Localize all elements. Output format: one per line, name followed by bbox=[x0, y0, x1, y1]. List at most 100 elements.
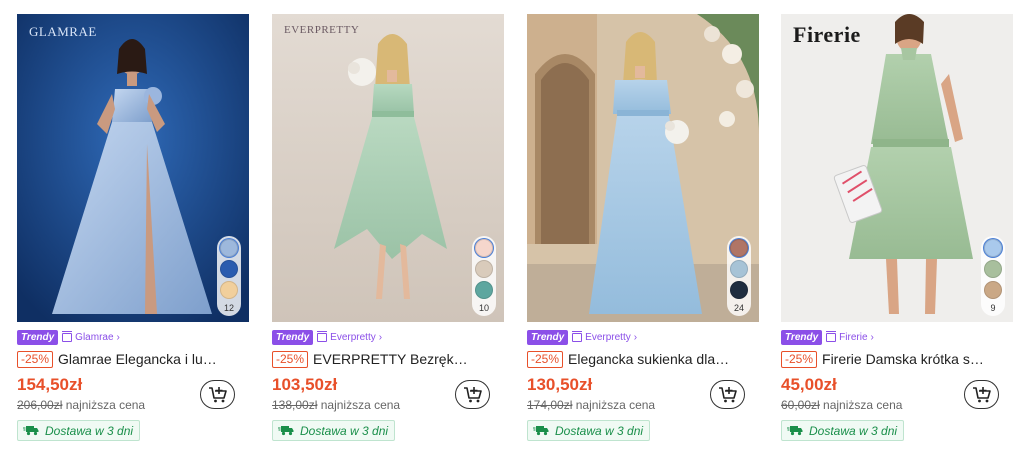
product-photo-illustration bbox=[17, 14, 249, 322]
product-image[interactable]: 24 bbox=[527, 14, 759, 322]
add-to-cart-button[interactable] bbox=[710, 380, 745, 409]
color-swatch[interactable] bbox=[220, 239, 238, 257]
chevron-right-icon: › bbox=[116, 332, 120, 343]
swatch-count: 10 bbox=[478, 303, 489, 313]
title-row[interactable]: -25% EVERPRETTY Bezręk… bbox=[272, 350, 504, 368]
product-card[interactable]: EVERPRETTY 10 Trendy Everpretty › -25% E… bbox=[272, 14, 504, 444]
store-name: Firerie bbox=[839, 332, 868, 343]
color-swatch[interactable] bbox=[220, 281, 238, 299]
color-swatch[interactable] bbox=[984, 260, 1002, 278]
shipping-badge: Dostawa w 3 dni bbox=[781, 420, 905, 441]
discount-badge: -25% bbox=[527, 350, 564, 368]
store-name: Everpretty bbox=[585, 332, 631, 343]
store-icon bbox=[826, 331, 837, 342]
shipping-badge: Dostawa w 3 dni bbox=[17, 420, 141, 441]
brand-watermark: EVERPRETTY bbox=[284, 24, 360, 36]
color-swatches[interactable]: 12 bbox=[217, 236, 241, 316]
store-icon bbox=[572, 331, 583, 342]
swatch-count: 12 bbox=[223, 303, 234, 313]
discount-badge: -25% bbox=[781, 350, 818, 368]
add-to-cart-icon bbox=[972, 386, 991, 402]
color-swatches[interactable]: 9 bbox=[981, 236, 1005, 316]
title-row[interactable]: -25% Elegancka sukienka dla… bbox=[527, 350, 759, 368]
store-link[interactable]: Glamrae › bbox=[62, 331, 120, 343]
swatch-count: 9 bbox=[990, 303, 996, 313]
chevron-right-icon: › bbox=[633, 332, 638, 343]
tag-row: Trendy Firerie › bbox=[781, 330, 874, 345]
store-name: Everpretty bbox=[330, 332, 376, 343]
color-swatch[interactable] bbox=[984, 281, 1002, 299]
shipping-text: Dostawa w 3 dni bbox=[45, 423, 134, 438]
product-photo-illustration bbox=[527, 14, 759, 322]
product-photo-illustration bbox=[272, 14, 504, 322]
product-card[interactable]: Firerie 9 Trendy Firerie › -25% Firerie … bbox=[781, 14, 1013, 444]
color-swatch[interactable] bbox=[730, 239, 748, 257]
brand-watermark: GLAMRAE bbox=[29, 24, 97, 39]
old-price: 60,00zł bbox=[781, 398, 820, 412]
discount-badge: -25% bbox=[272, 350, 309, 368]
product-card[interactable]: 24 Trendy Everpretty › -25% Elegancka su… bbox=[527, 14, 759, 444]
lowest-price-row: 174,00zł najniższa cena bbox=[527, 398, 655, 412]
shipping-text: Dostawa w 3 dni bbox=[300, 423, 389, 438]
product-image[interactable]: Firerie 9 bbox=[781, 14, 1013, 322]
lowest-price-label: najniższa cena bbox=[320, 398, 401, 412]
color-swatch[interactable] bbox=[730, 281, 748, 299]
old-price: 206,00zł bbox=[17, 398, 63, 412]
product-grid: GLAMRAE 12 Trendy Glamrae › -25% Glamrae… bbox=[17, 14, 1017, 444]
current-price: 103,50zł bbox=[272, 375, 338, 394]
lowest-price-row: 60,00zł najniższa cena bbox=[781, 398, 902, 412]
product-title[interactable]: Elegancka sukienka dla… bbox=[568, 351, 729, 367]
trendy-badge: Trendy bbox=[527, 330, 569, 345]
product-title[interactable]: Firerie Damska krótka s… bbox=[822, 351, 984, 367]
title-row[interactable]: -25% Glamrae Elegancka i lu… bbox=[17, 350, 249, 368]
chevron-right-icon: › bbox=[870, 332, 874, 343]
current-price: 130,50zł bbox=[527, 375, 593, 394]
color-swatches[interactable]: 24 bbox=[727, 236, 751, 316]
color-swatch[interactable] bbox=[984, 239, 1002, 257]
lowest-price-row: 138,00zł najniższa cena bbox=[272, 398, 400, 412]
color-swatch[interactable] bbox=[220, 260, 238, 278]
brand-watermark: Firerie bbox=[793, 22, 861, 47]
old-price: 174,00zł bbox=[527, 398, 573, 412]
lowest-price-label: najniższa cena bbox=[65, 398, 146, 412]
store-link[interactable]: Everpretty › bbox=[572, 331, 638, 343]
store-link[interactable]: Firerie › bbox=[826, 331, 874, 343]
tag-row: Trendy Glamrae › bbox=[17, 330, 120, 345]
delivery-truck-icon bbox=[23, 426, 39, 436]
product-title[interactable]: Glamrae Elegancka i lu… bbox=[58, 351, 217, 367]
color-swatch[interactable] bbox=[730, 260, 748, 278]
shipping-text: Dostawa w 3 dni bbox=[555, 423, 644, 438]
add-to-cart-button[interactable] bbox=[200, 380, 235, 409]
discount-badge: -25% bbox=[17, 350, 54, 368]
trendy-badge: Trendy bbox=[781, 330, 823, 345]
trendy-badge: Trendy bbox=[17, 330, 59, 345]
product-image[interactable]: GLAMRAE 12 bbox=[17, 14, 249, 322]
store-link[interactable]: Everpretty › bbox=[317, 331, 383, 343]
title-row[interactable]: -25% Firerie Damska krótka s… bbox=[781, 350, 1013, 368]
shipping-badge: Dostawa w 3 dni bbox=[527, 420, 651, 441]
product-title[interactable]: EVERPRETTY Bezręk… bbox=[313, 351, 468, 367]
add-to-cart-icon bbox=[208, 386, 227, 402]
current-price: 45,00zł bbox=[781, 375, 837, 394]
product-image[interactable]: EVERPRETTY 10 bbox=[272, 14, 504, 322]
lowest-price-label: najniższa cena bbox=[575, 398, 656, 412]
chevron-right-icon: › bbox=[378, 332, 383, 343]
tag-row: Trendy Everpretty › bbox=[272, 330, 382, 345]
add-to-cart-icon bbox=[463, 386, 482, 402]
color-swatch[interactable] bbox=[475, 260, 493, 278]
delivery-truck-icon bbox=[533, 426, 549, 436]
delivery-truck-icon bbox=[787, 426, 803, 436]
color-swatch[interactable] bbox=[475, 281, 493, 299]
color-swatch[interactable] bbox=[475, 239, 493, 257]
color-swatches[interactable]: 10 bbox=[472, 236, 496, 316]
shipping-badge: Dostawa w 3 dni bbox=[272, 420, 396, 441]
swatch-count: 24 bbox=[733, 303, 744, 313]
old-price: 138,00zł bbox=[272, 398, 318, 412]
tag-row: Trendy Everpretty › bbox=[527, 330, 637, 345]
lowest-price-row: 206,00zł najniższa cena bbox=[17, 398, 145, 412]
product-card[interactable]: GLAMRAE 12 Trendy Glamrae › -25% Glamrae… bbox=[17, 14, 249, 444]
add-to-cart-button[interactable] bbox=[964, 380, 999, 409]
add-to-cart-icon bbox=[718, 386, 737, 402]
delivery-truck-icon bbox=[278, 426, 294, 436]
add-to-cart-button[interactable] bbox=[455, 380, 490, 409]
